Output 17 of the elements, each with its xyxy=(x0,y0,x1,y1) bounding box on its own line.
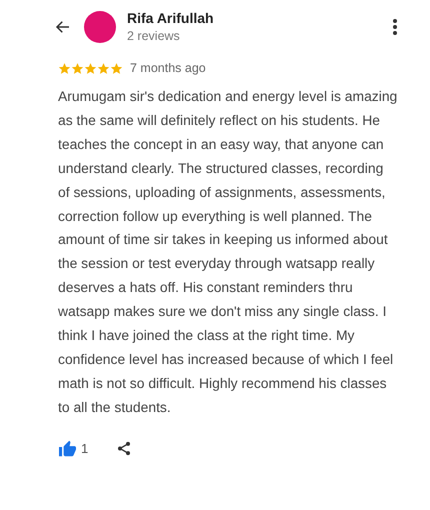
review-text: Arumugam sir's dedication and energy level is amazing as the same will definitely reflect on his students. He teaches the concept in an easy way, that anyone can understand clearly. The structured classes, recording of sessions, uploading of assignments, assessments, correction follow up everything is well planned. The amount of time sir takes in keeping us informed about the session or test everyday through watsapp really deserves a hats off. His constant reminders thru watsapp makes sure we don't miss any single class. I think I have joined the class at the right time. My confidence level has increased because of which I feel math is not so difficult. Highly recommend his classes to all the students. xyxy=(58,87,398,417)
star-icon xyxy=(58,62,71,74)
star-icon xyxy=(97,62,110,74)
share-button[interactable] xyxy=(116,440,132,457)
review-time: 7 months ago xyxy=(130,61,206,75)
like-count: 1 xyxy=(81,440,88,456)
reviewer-name: Rifa Arifullah xyxy=(127,10,215,26)
share-icon xyxy=(116,440,132,457)
menu-button[interactable] xyxy=(392,18,398,36)
star-icon xyxy=(84,62,97,74)
star-icon xyxy=(110,62,123,74)
star-icon xyxy=(71,62,84,74)
thumbs-up-icon xyxy=(58,440,77,457)
more-icon xyxy=(392,18,398,36)
avatar xyxy=(84,10,116,42)
review-count: 2 reviews xyxy=(127,29,181,43)
like-button[interactable] xyxy=(58,440,77,457)
